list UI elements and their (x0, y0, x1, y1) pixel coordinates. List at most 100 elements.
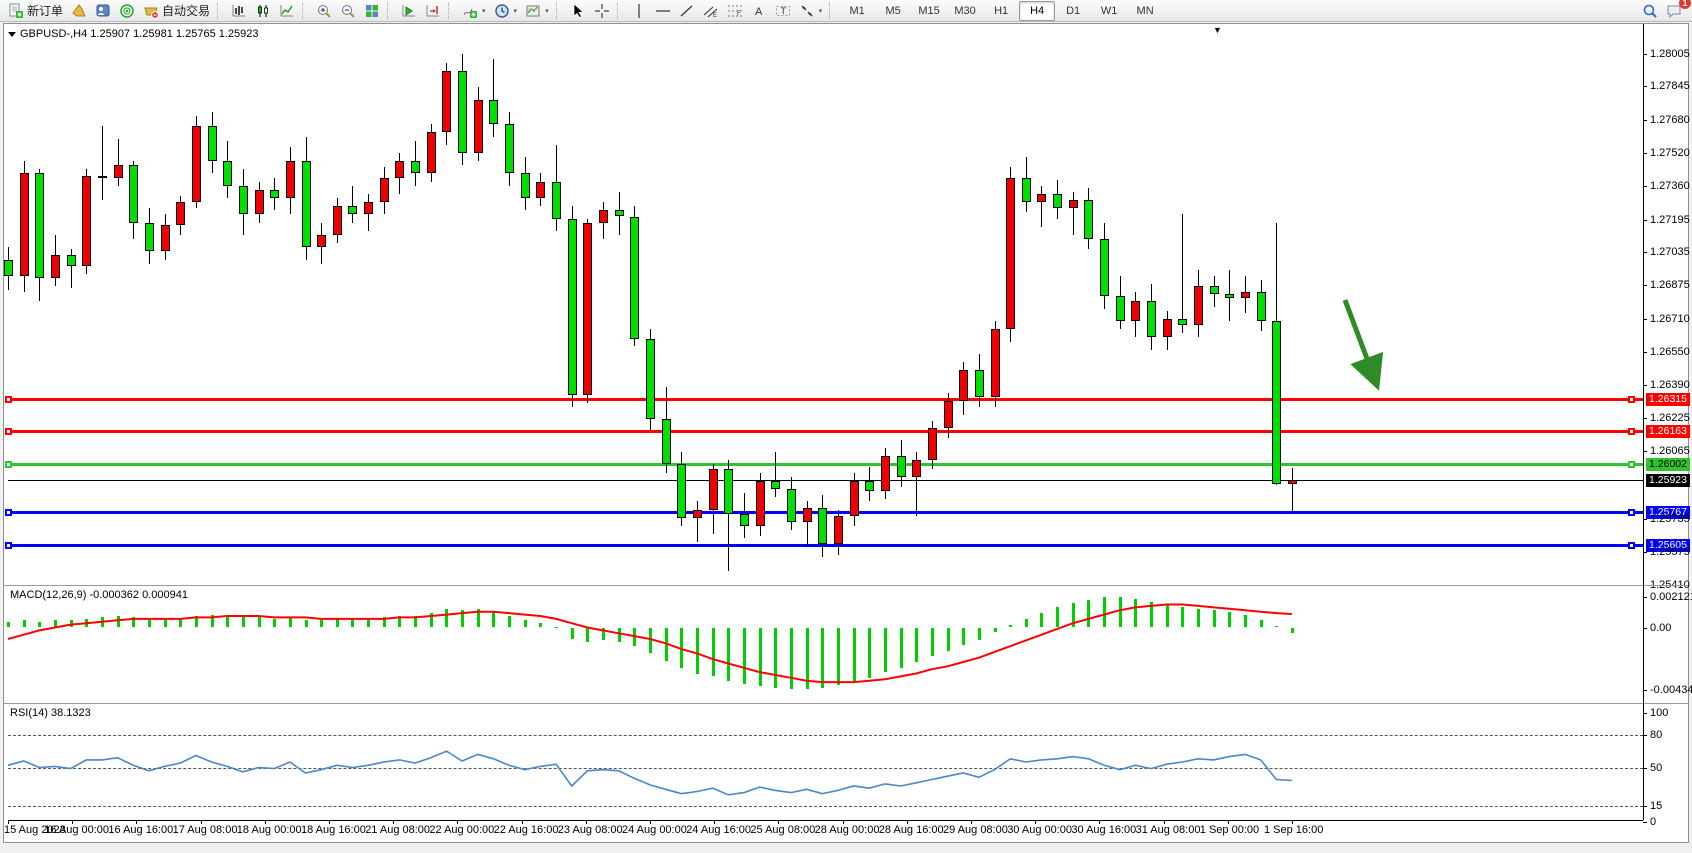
rsi-label: RSI(14) 38.1323 (10, 707, 91, 719)
candlestick-chart-button[interactable] (251, 0, 275, 22)
hline-1.26315[interactable] (8, 398, 1643, 401)
svg-text:F: F (737, 11, 741, 17)
search-button[interactable] (1638, 0, 1662, 22)
candle-body-up (333, 206, 342, 235)
candle-body-up (599, 210, 608, 222)
timeframe-mn[interactable]: MN (1127, 1, 1163, 21)
timeframe-m30[interactable]: M30 (947, 1, 983, 21)
hline-anchor-right[interactable] (1628, 509, 1635, 516)
pane-separator-macd[interactable] (4, 585, 1688, 589)
timeframe-h4[interactable]: H4 (1019, 1, 1055, 21)
market-watch-icon (71, 3, 87, 19)
chat-button[interactable]: 1 (1662, 0, 1686, 22)
candle-body-up (317, 235, 326, 247)
date-label: 25 Aug 08:00 (750, 824, 815, 836)
candle-body-up (286, 161, 295, 198)
hline-anchor-right[interactable] (1628, 542, 1635, 549)
hline-anchor-left[interactable] (5, 542, 12, 549)
macd-bar (743, 628, 746, 684)
chevron-down-icon[interactable]: ▾ (514, 7, 518, 15)
chevron-down-icon[interactable]: ▾ (482, 7, 486, 15)
hline-anchor-right[interactable] (1628, 461, 1635, 468)
macd-bar (508, 616, 511, 628)
macd-bar (1291, 628, 1294, 633)
date-label: 16 Aug 00:00 (44, 824, 109, 836)
macd-bar (1244, 615, 1247, 628)
horizontal-line-button[interactable] (651, 0, 675, 22)
arrows-button[interactable]: ▾ (795, 0, 827, 22)
candle-body-down (975, 370, 984, 397)
vertical-line-button[interactable] (627, 0, 651, 22)
timeframe-m15[interactable]: M15 (911, 1, 947, 21)
pane-separator-rsi[interactable] (4, 703, 1688, 707)
chart-shift-marker-icon[interactable]: ▼ (1213, 25, 1222, 35)
macd-bar (931, 628, 934, 657)
chevron-down-icon[interactable]: ▾ (545, 7, 549, 15)
macd-bar (1150, 602, 1153, 628)
timeframe-w1[interactable]: W1 (1091, 1, 1127, 21)
navigator-button[interactable] (91, 0, 115, 22)
hline-1.26002[interactable] (8, 463, 1643, 466)
timeframe-h1[interactable]: H1 (983, 1, 1019, 21)
template-icon (525, 3, 541, 19)
price-tick-label: 1.25735 (1650, 513, 1690, 525)
hline-1.26163[interactable] (8, 430, 1643, 433)
trendline-button[interactable] (675, 0, 699, 22)
text-label-button[interactable]: T (771, 0, 795, 22)
macd-tick-label: -0.004348 (1650, 684, 1692, 696)
periods-button[interactable]: ▾ (490, 0, 522, 22)
svg-text:E: E (713, 13, 717, 19)
new-order-button-label: 新订单 (27, 2, 63, 19)
fibonacci-button[interactable]: F (723, 0, 747, 22)
hline-anchor-left[interactable] (5, 509, 12, 516)
zoom-out-button[interactable] (336, 0, 360, 22)
chevron-down-icon[interactable]: ▾ (819, 7, 823, 15)
candle-body-down (411, 161, 420, 173)
hline-anchor-left[interactable] (5, 396, 12, 403)
macd-bar (367, 619, 370, 628)
timeframe-m5[interactable]: M5 (875, 1, 911, 21)
hline-anchor-right[interactable] (1628, 396, 1635, 403)
crosshair-button[interactable] (590, 0, 614, 22)
hline-anchor-left[interactable] (5, 428, 12, 435)
price-tick-label: 1.27195 (1650, 214, 1690, 226)
macd-bar (1087, 600, 1090, 627)
symbol-dropdown-icon[interactable] (8, 32, 16, 37)
timeframe-m1[interactable]: M1 (839, 1, 875, 21)
candle-body-up (803, 508, 812, 522)
candle-body-down (458, 71, 467, 153)
chart-window[interactable] (3, 23, 1689, 843)
macd-bar (289, 617, 292, 627)
chat-badge: 1 (1679, 0, 1691, 9)
hline-1.25923[interactable] (8, 480, 1643, 481)
macd-bar (117, 616, 120, 628)
text-button[interactable]: A (747, 0, 771, 22)
new-order-button[interactable]: 新订单 (4, 0, 67, 22)
date-label: 17 Aug 08:00 (173, 824, 238, 836)
market-watch-button[interactable] (67, 0, 91, 22)
macd-bar (351, 619, 354, 628)
macd-bar (618, 628, 621, 642)
timeframe-d1[interactable]: D1 (1055, 1, 1091, 21)
hline-anchor-right[interactable] (1628, 428, 1635, 435)
macd-bar (7, 622, 10, 628)
strategy-tester-button[interactable] (115, 0, 139, 22)
cursor-icon (570, 3, 586, 19)
templates-button[interactable]: ▾ (521, 0, 553, 22)
macd-bar (430, 613, 433, 627)
chart-shift-button[interactable] (421, 0, 445, 22)
bar-chart-button[interactable] (227, 0, 251, 22)
macd-bar (806, 628, 809, 690)
macd-bar (962, 628, 965, 645)
indicators-button[interactable]: ▾ (458, 0, 490, 22)
zoom-in-button[interactable] (312, 0, 336, 22)
tile-windows-button[interactable] (360, 0, 384, 22)
new-order-icon (8, 3, 24, 19)
equidistant-channel-button[interactable]: E (699, 0, 723, 22)
line-chart-button[interactable] (275, 0, 299, 22)
cursor-button[interactable] (566, 0, 590, 22)
zoom-in-icon (316, 3, 332, 19)
hline-anchor-left[interactable] (5, 461, 12, 468)
auto-scroll-button[interactable] (397, 0, 421, 22)
autotrading-button[interactable]: 自动交易 (139, 0, 214, 22)
